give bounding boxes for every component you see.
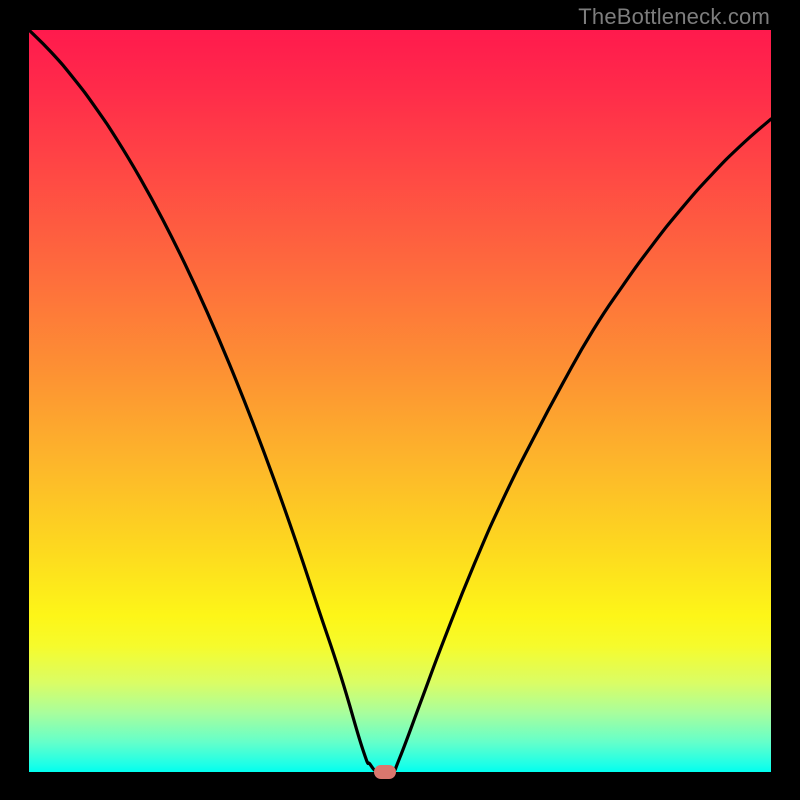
bottleneck-curve (29, 30, 771, 772)
minimum-marker (374, 765, 396, 779)
chart-plot-area (29, 30, 771, 772)
watermark-text: TheBottleneck.com (578, 4, 770, 30)
chart-frame: TheBottleneck.com (0, 0, 800, 800)
